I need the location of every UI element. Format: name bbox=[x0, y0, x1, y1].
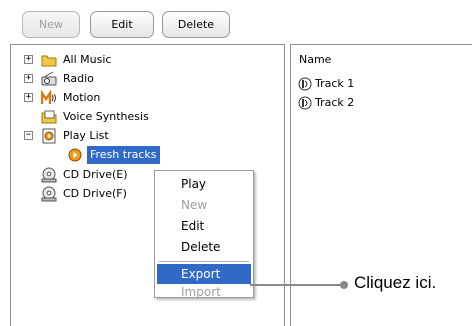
callout-line bbox=[250, 284, 344, 286]
tree-item-radio[interactable]: + Radio bbox=[11, 70, 281, 88]
radio-icon bbox=[41, 71, 57, 86]
track-label: Track 2 bbox=[315, 96, 355, 109]
toolbar: New Edit Delete bbox=[0, 0, 472, 44]
menu-item-import[interactable]: Import bbox=[157, 285, 251, 299]
tree-item-label: Voice Synthesis bbox=[63, 110, 149, 123]
list-item[interactable]: Track 1 bbox=[297, 75, 467, 93]
tree-item-label: Fresh tracks bbox=[87, 146, 160, 164]
menu-item-new[interactable]: New bbox=[157, 195, 251, 215]
tree-item-play-list[interactable]: − Play List bbox=[11, 127, 281, 145]
list-item[interactable]: Track 2 bbox=[297, 94, 467, 112]
expand-icon[interactable]: + bbox=[24, 74, 33, 83]
tree-item-fresh-tracks[interactable]: Fresh tracks bbox=[11, 146, 281, 164]
delete-button[interactable]: Delete bbox=[162, 11, 230, 38]
tree-item-label: Play List bbox=[63, 129, 109, 142]
callout-text: Cliquez ici. bbox=[354, 273, 437, 292]
menu-item-play[interactable]: Play bbox=[157, 174, 251, 194]
playlist-icon bbox=[42, 128, 56, 144]
menu-item-edit[interactable]: Edit bbox=[157, 216, 251, 236]
tree-item-all-music[interactable]: + All Music bbox=[11, 51, 281, 69]
tree-item-cd-drive-f[interactable]: CD Drive(F) bbox=[11, 185, 151, 203]
tree-item-label: Motion bbox=[63, 91, 101, 104]
voice-synthesis-icon bbox=[41, 110, 57, 124]
menu-separator bbox=[159, 261, 249, 262]
tree-item-label: All Music bbox=[63, 53, 112, 66]
cd-drive-icon bbox=[41, 167, 57, 183]
track-icon bbox=[298, 77, 312, 91]
tree-item-voice-synthesis[interactable]: Voice Synthesis bbox=[11, 108, 281, 126]
tree-item-label: CD Drive(E) bbox=[63, 168, 128, 181]
edit-button[interactable]: Edit bbox=[90, 11, 154, 38]
expand-icon[interactable]: + bbox=[24, 55, 33, 64]
tree-item-label: CD Drive(F) bbox=[63, 187, 127, 200]
tree-item-cd-drive-e[interactable]: CD Drive(E) bbox=[11, 166, 151, 184]
track-icon bbox=[298, 96, 312, 110]
menu-item-delete[interactable]: Delete bbox=[157, 237, 251, 257]
track-label: Track 1 bbox=[315, 77, 355, 90]
cd-drive-icon bbox=[41, 186, 57, 202]
menu-item-export[interactable]: Export bbox=[157, 264, 251, 284]
context-menu: Play New Edit Delete Export Import bbox=[154, 170, 254, 299]
tree-item-motion[interactable]: + Motion bbox=[11, 89, 281, 107]
expand-icon[interactable]: + bbox=[24, 93, 33, 102]
callout-dot bbox=[340, 281, 348, 289]
playlist-item-icon bbox=[68, 148, 82, 162]
tree-item-label: Radio bbox=[63, 72, 94, 85]
folder-icon bbox=[41, 55, 57, 67]
motion-icon bbox=[41, 90, 56, 104]
column-header-name[interactable]: Name bbox=[291, 45, 472, 66]
new-button[interactable]: New bbox=[22, 11, 80, 38]
column-header-label: Name bbox=[299, 53, 332, 66]
collapse-icon[interactable]: − bbox=[24, 131, 33, 140]
